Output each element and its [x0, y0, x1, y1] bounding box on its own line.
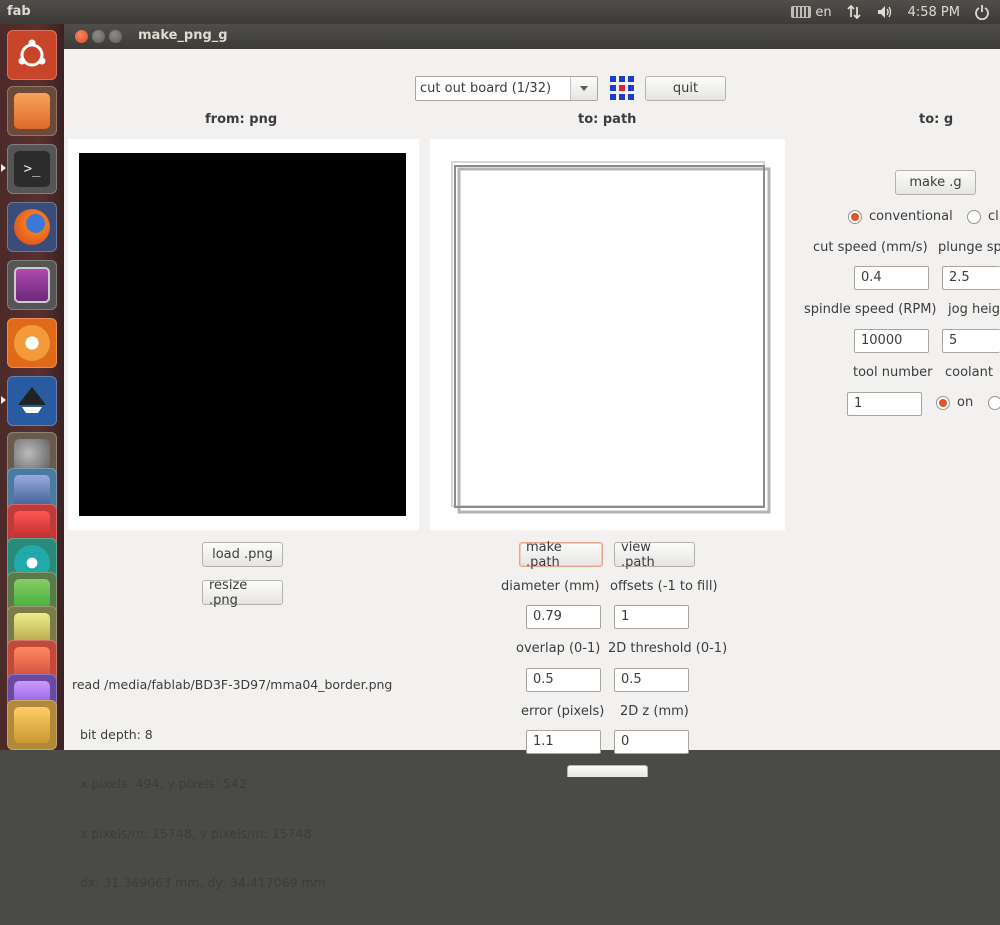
threshold-field[interactable]: 0.5 — [614, 668, 689, 692]
make-g-button[interactable]: make .g — [895, 170, 976, 195]
diameter-label: diameter (mm) — [501, 579, 600, 594]
close-icon[interactable] — [75, 30, 88, 43]
window-titlebar[interactable]: make_png_g — [64, 24, 1000, 49]
offsets-label: offsets (-1 to fill) — [610, 579, 718, 594]
jog-height-field[interactable]: 5 — [942, 329, 1000, 353]
chevron-down-icon[interactable] — [570, 77, 597, 100]
power-icon[interactable] — [974, 4, 990, 20]
keyboard-indicator[interactable]: en — [791, 4, 832, 20]
clock[interactable]: 4:58 PM — [908, 5, 960, 20]
mode-select[interactable]: cut out board (1/32) — [415, 76, 598, 101]
ubuntu-dash-icon[interactable] — [7, 30, 57, 80]
app-window: make_png_g cut out board (1/32) quit fro… — [64, 24, 1000, 890]
status-line: read /media/fablab/BD3F-3D97/mma04_borde… — [72, 677, 393, 692]
error-label: error (pixels) — [521, 704, 605, 719]
window-title: make_png_g — [138, 28, 228, 43]
keyboard-layout: en — [815, 4, 832, 20]
cut-speed-label: cut speed (mm/s) — [813, 240, 928, 255]
status-line: bit depth: 8 — [72, 726, 153, 742]
spindle-speed-field[interactable]: 10000 — [854, 329, 929, 353]
view-path-button[interactable]: view .path — [614, 540, 695, 570]
jog-height-label: jog heig — [948, 302, 1000, 317]
coolant-on-label: on — [957, 395, 974, 410]
running-indicator — [1, 396, 6, 404]
coolant-on-radio[interactable] — [936, 396, 950, 410]
overlap-label: overlap (0-1) — [516, 641, 601, 656]
climb-label: cl — [988, 209, 999, 224]
fab-logo-icon — [609, 75, 635, 105]
app-icon[interactable] — [7, 700, 57, 750]
diameter-field[interactable]: 0.79 — [526, 605, 601, 629]
panel-indicators: en 4:58 PM — [791, 0, 1000, 24]
keyboard-icon — [791, 6, 812, 18]
spindle-speed-label: spindle speed (RPM) — [804, 302, 937, 317]
offsets-field[interactable]: 1 — [614, 605, 689, 629]
firefox-icon[interactable] — [7, 202, 57, 252]
make-path-button[interactable]: make .path — [519, 540, 603, 570]
conventional-label: conventional — [869, 209, 953, 224]
plunge-speed-field[interactable]: 2.5 — [942, 266, 1000, 290]
coolant-label: coolant — [945, 365, 993, 380]
conventional-radio[interactable] — [848, 210, 862, 224]
load-png-button[interactable]: load .png — [202, 542, 283, 567]
to-g-header: to: g — [919, 112, 954, 127]
z-field[interactable]: 0 — [614, 730, 689, 754]
inkscape-icon[interactable] — [7, 376, 57, 426]
terminal-icon[interactable]: >_ — [7, 144, 57, 194]
tool-number-field[interactable]: 1 — [847, 392, 922, 416]
status-line: x pixels/m: 15748, y pixels/m: 15748 — [72, 825, 312, 841]
z-label: 2D z (mm) — [620, 704, 689, 719]
panel-app-name: fab — [7, 4, 31, 19]
running-indicator — [1, 164, 6, 172]
mode-select-value: cut out board (1/32) — [420, 81, 552, 96]
quit-button[interactable]: quit — [645, 76, 726, 101]
to-path-header: to: path — [578, 112, 637, 127]
system-settings-icon[interactable] — [7, 260, 57, 310]
rhythmbox-icon[interactable] — [7, 318, 57, 368]
top-panel: fab en 4:58 PM — [0, 0, 1000, 24]
error-field[interactable]: 1.1 — [526, 730, 601, 754]
overlap-field[interactable]: 0.5 — [526, 668, 601, 692]
png-preview-frame — [68, 139, 419, 530]
files-icon[interactable] — [7, 86, 57, 136]
plunge-speed-label: plunge sp — [938, 240, 1000, 255]
status-line: dx: 31.369063 mm, dy: 34.417069 mm — [72, 875, 326, 890]
partial-button[interactable] — [567, 765, 648, 777]
maximize-icon[interactable] — [109, 30, 122, 43]
coolant-off-radio[interactable] — [988, 396, 1000, 410]
path-preview-canvas — [451, 161, 771, 514]
png-status-text: read /media/fablab/BD3F-3D97/mma04_borde… — [72, 644, 392, 925]
climb-radio[interactable] — [967, 210, 981, 224]
window-content: cut out board (1/32) quit from: png to: … — [64, 49, 1000, 890]
from-png-header: from: png — [205, 112, 278, 127]
minimize-icon[interactable] — [92, 30, 105, 43]
tool-number-label: tool number — [853, 365, 933, 380]
network-icon[interactable] — [846, 4, 862, 20]
path-preview-frame — [430, 139, 785, 530]
resize-png-button[interactable]: resize .png — [202, 578, 283, 608]
threshold-label: 2D threshold (0-1) — [608, 641, 728, 656]
volume-icon[interactable] — [876, 4, 894, 20]
png-preview-image — [79, 153, 406, 516]
clock-time: 4:58 PM — [907, 4, 960, 20]
cut-speed-field[interactable]: 0.4 — [854, 266, 929, 290]
launcher: >_ — [0, 24, 64, 750]
status-line: x pixels: 494, y pixels: 542 — [72, 776, 247, 791]
